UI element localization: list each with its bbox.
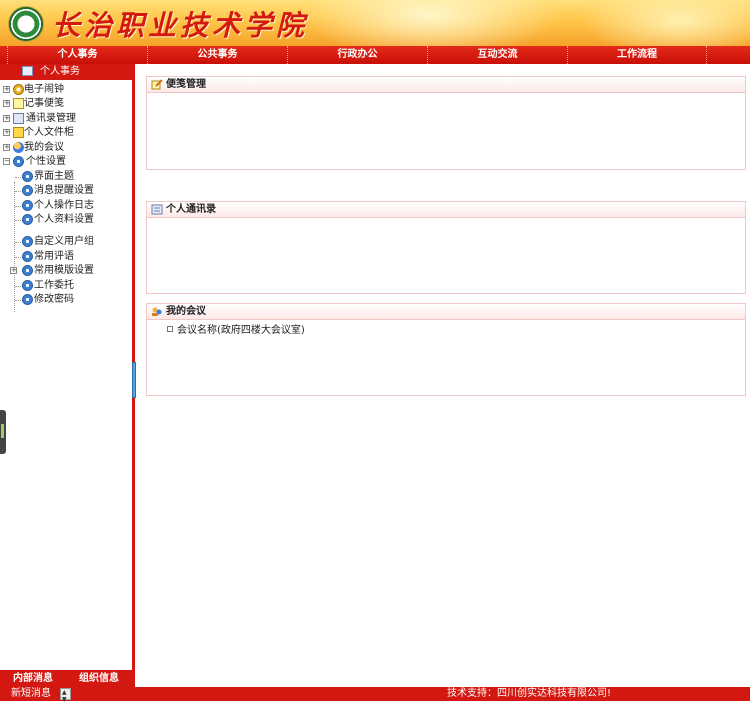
gear-icon xyxy=(22,280,33,291)
gear-icon xyxy=(22,200,33,211)
expand-icon[interactable]: + xyxy=(3,115,10,122)
tree-item-label: 记事便笺 xyxy=(24,98,64,109)
tree-connector xyxy=(14,182,15,312)
tree-item-label: 工作委托 xyxy=(34,280,74,291)
school-logo xyxy=(8,6,44,42)
gear-icon xyxy=(13,156,24,167)
gear-icon xyxy=(22,236,33,247)
tree-item-label: 电子闹钟 xyxy=(24,84,64,95)
collapse-icon[interactable]: − xyxy=(3,158,10,165)
tab-internal-messages[interactable]: 内部消息 xyxy=(0,670,66,687)
sidebar-title: 个人事务 xyxy=(40,66,80,77)
tree-item-label: 常用模版设置 xyxy=(34,265,94,276)
panel-title: 我的会议 xyxy=(166,306,206,317)
meeting-icon xyxy=(13,142,24,153)
expand-icon[interactable]: + xyxy=(3,129,10,136)
nav-personal-affairs[interactable]: 个人事务 xyxy=(7,46,147,64)
nav-interaction[interactable]: 互动交流 xyxy=(427,46,567,64)
meeting-icon xyxy=(152,307,162,316)
banner-glow xyxy=(580,0,750,46)
gear-icon xyxy=(22,265,33,276)
address-book-icon xyxy=(151,204,163,215)
tree-item-label: 个人资料设置 xyxy=(34,214,94,225)
sidebar-splitter[interactable] xyxy=(132,362,136,398)
gear-icon xyxy=(22,214,33,225)
pencil-note-icon xyxy=(151,79,163,90)
expand-icon[interactable]: + xyxy=(3,86,10,93)
tech-support-text: 技术支持：四川创实达科技有限公司! xyxy=(447,688,612,699)
panel-meetings: 我的会议 会议名称(政府四楼大会议室) xyxy=(146,303,746,396)
gear-icon xyxy=(22,294,33,305)
tree-item-label: 修改密码 xyxy=(34,294,74,305)
gear-icon xyxy=(22,185,33,196)
expand-icon[interactable]: + xyxy=(3,100,10,107)
address-book-icon xyxy=(13,113,24,124)
tree-item-label: 个人操作日志 xyxy=(34,200,94,211)
tree-item-label: 自定义用户组 xyxy=(34,236,94,247)
header-banner: 长治职业技术学院 xyxy=(0,0,750,46)
meeting-item[interactable]: 会议名称(政府四楼大会议室) xyxy=(167,325,305,337)
gear-icon xyxy=(22,251,33,262)
window-icon xyxy=(22,66,33,76)
tree-item-label: 个人文件柜 xyxy=(24,127,74,138)
panel-contacts: 个人通讯录 xyxy=(146,201,746,294)
panel-header: 我的会议 xyxy=(147,304,745,320)
nav-public-affairs[interactable]: 公共事务 xyxy=(147,46,287,64)
nav-workflow[interactable]: 工作流程 xyxy=(567,46,707,64)
sidebar-header: 个人事务 xyxy=(0,64,132,80)
banner-glow xyxy=(300,0,560,46)
bullet-icon xyxy=(167,326,173,332)
tree-item-label: 常用评语 xyxy=(34,251,74,262)
status-bar: 新短消息 技术支持：四川创实达科技有限公司! xyxy=(0,686,750,707)
message-spinner[interactable] xyxy=(60,686,71,707)
expand-icon[interactable]: + xyxy=(3,144,10,151)
meeting-item-label: 会议名称(政府四楼大会议室) xyxy=(177,325,305,336)
tree-item-label: 我的会议 xyxy=(24,142,64,153)
panel-header: 个人通讯录 xyxy=(147,202,745,218)
tree-item-label: 个性设置 xyxy=(26,156,66,167)
tab-organization-info[interactable]: 组织信息 xyxy=(66,670,132,687)
sidebar-bottom-tabs: 内部消息 组织信息 xyxy=(0,670,132,687)
alarm-clock-icon xyxy=(13,84,24,95)
nav-administration[interactable]: 行政办公 xyxy=(287,46,427,64)
sticky-note-icon xyxy=(13,98,24,109)
file-cabinet-icon xyxy=(13,127,24,138)
gear-icon xyxy=(22,171,33,182)
panel-header: 便笺管理 xyxy=(147,77,745,93)
panel-title: 个人通讯录 xyxy=(166,204,216,215)
tree-item-label: 消息提醒设置 xyxy=(34,185,94,196)
panel-memo: 便笺管理 xyxy=(146,76,746,170)
sidebar: 个人事务 + 电子闹钟 + 记事便笺 + 通讯录管理 + 个人文件柜 + 我的会… xyxy=(0,64,135,687)
school-name: 长治职业技术学院 xyxy=(52,9,309,42)
tree-item-label: 界面主题 xyxy=(34,171,74,182)
tree-item-label: 通讯录管理 xyxy=(26,113,76,124)
expand-icon[interactable]: + xyxy=(10,267,17,274)
panel-title: 便笺管理 xyxy=(166,79,206,90)
top-nav: 个人事务 公共事务 行政办公 互动交流 工作流程 xyxy=(0,46,750,64)
side-drawer-handle[interactable] xyxy=(0,410,6,454)
new-message-label[interactable]: 新短消息 xyxy=(11,687,51,701)
